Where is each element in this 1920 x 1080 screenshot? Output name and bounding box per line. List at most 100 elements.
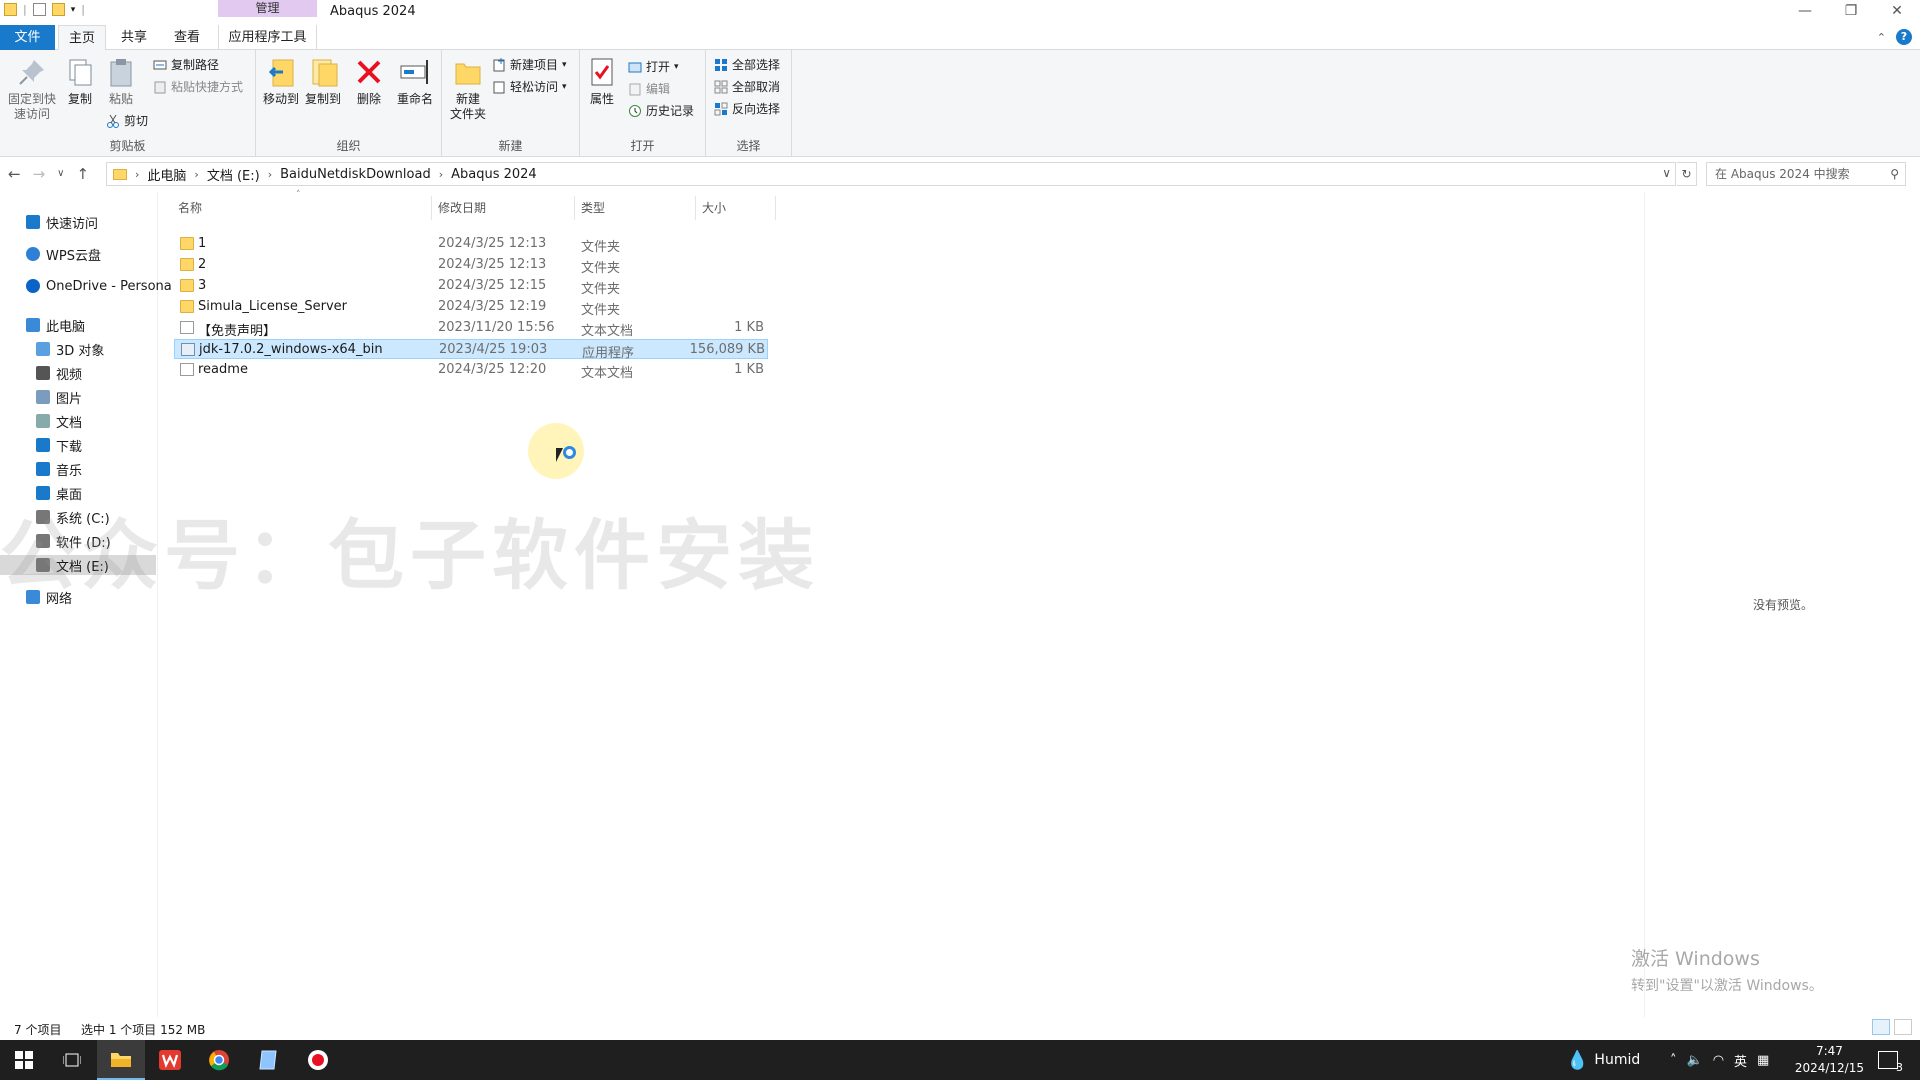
file-date: 2023/4/25 19:03 [439,342,548,357]
table-row[interactable]: 1 2024/3/25 12:13 文件夹 [174,234,768,255]
sidebar-item[interactable]: 快速访问 [0,212,156,232]
table-row[interactable]: jdk-17.0.2_windows-x64_bin 2023/4/25 19:0… [174,339,768,361]
forward-arrow-icon[interactable]: → [33,165,46,183]
tab-share[interactable]: 共享 [110,25,158,50]
back-arrow-icon[interactable]: ← [8,165,21,183]
copy-to-button[interactable]: 复制到 [302,56,344,107]
table-row[interactable]: 【免责声明】 2023/11/20 15:56 文本文档 1 KB [174,318,768,339]
history-button[interactable]: 历史记录 [628,102,694,119]
rename-button[interactable]: 重命名 [392,56,438,107]
sidebar-item[interactable]: 文档 [0,411,156,431]
select-group-label: 选择 [736,139,761,153]
folder-icon[interactable] [4,3,17,16]
chevron-down-icon[interactable]: ▾ [71,5,76,15]
task-view-button[interactable] [48,1040,96,1080]
taskbar-wps[interactable] [146,1040,194,1080]
tab-home[interactable]: 主页 [58,25,106,51]
context-tab-manage[interactable]: 管理 [218,0,317,17]
paste-label: 粘贴 [108,92,133,106]
notification-center-button[interactable]: 3 [1878,1040,1903,1080]
address-bar[interactable]: › 此电脑 › 文档 (E:) › BaiduNetdiskDownload ›… [106,162,1676,186]
new-folder-icon[interactable] [51,3,65,16]
copy-path-button[interactable]: 复制路径 [153,56,219,73]
clock[interactable]: 7:47 2024/12/15 [1795,1043,1864,1077]
sidebar-item[interactable]: 此电脑 [0,315,156,335]
input-method-indicator[interactable]: 英 [1734,1051,1747,1070]
table-row[interactable]: 2 2024/3/25 12:13 文件夹 [174,255,768,276]
invert-selection-icon [714,102,728,116]
sidebar-item[interactable]: 下载 [0,435,156,455]
taskbar-chrome[interactable] [195,1040,243,1080]
sidebar-item[interactable]: OneDrive - Persona [0,276,172,296]
item-count: 7 个项目 [14,1023,62,1037]
tab-app-tools[interactable]: 应用程序工具 [218,25,317,50]
up-arrow-icon[interactable]: ↑ [76,165,89,183]
easy-access-button[interactable]: 轻松访问 ▾ [492,78,567,95]
column-header-size[interactable]: 大小 [702,196,726,220]
sidebar-item[interactable]: 3D 对象 [0,339,156,359]
sidebar-item[interactable]: 视频 [0,363,156,383]
sidebar-item[interactable]: 图片 [0,387,156,407]
new-item-button[interactable]: 新建项目 ▾ [492,56,567,73]
wifi-icon[interactable]: ◠ [1713,1053,1724,1068]
properties-icon[interactable] [32,3,46,16]
sidebar-item[interactable]: 音乐 [0,459,156,479]
minimize-button[interactable]: — [1782,0,1828,22]
sidebar-item[interactable]: 软件 (D:) [0,531,156,551]
invert-selection-button[interactable]: 反向选择 [714,100,780,117]
sidebar-item[interactable]: 系统 (C:) [0,507,156,527]
edit-button[interactable]: 编辑 [628,80,670,97]
breadcrumb-abaqus[interactable]: Abaqus 2024 [451,167,537,182]
large-icons-view-icon[interactable] [1894,1019,1912,1035]
close-button[interactable]: ✕ [1874,0,1920,22]
column-header-name[interactable]: 名称 [178,196,202,220]
window-title: Abaqus 2024 [330,4,416,19]
paste-shortcut-button[interactable]: 粘贴快捷方式 [153,78,243,95]
recent-chevron-icon[interactable]: ∨ [57,168,64,183]
start-button[interactable] [0,1040,48,1080]
taskbar-notepad[interactable] [244,1040,292,1080]
select-group: 全部选择 全部取消 反向选择 选择 [706,50,792,157]
taskbar-file-explorer[interactable] [97,1040,145,1080]
collapse-ribbon-icon[interactable]: ⌃ [1877,31,1886,44]
help-icon[interactable]: ? [1896,29,1912,45]
breadcrumb-this-pc[interactable]: 此电脑 [147,165,186,184]
tab-view[interactable]: 查看 [163,25,211,50]
refresh-icon[interactable]: ↻ [1677,162,1697,186]
details-view-icon[interactable] [1872,1019,1890,1035]
search-input[interactable]: 在 Abaqus 2024 中搜索 ⚲ [1706,162,1906,186]
table-row[interactable]: 3 2024/3/25 12:15 文件夹 [174,276,768,297]
move-to-button[interactable]: 移动到 [260,56,302,107]
column-header-type[interactable]: 类型 [581,196,605,220]
sidebar-item-label: 图片 [56,391,83,407]
open-button[interactable]: 打开 ▾ [628,58,679,75]
sidebar-item[interactable]: 网络 [0,587,156,607]
taskbar-recorder[interactable] [294,1040,342,1080]
sidebar-item[interactable]: 文档 (E:) [0,555,156,575]
delete-button[interactable]: 删除 [348,56,390,107]
properties-button[interactable]: 属性 [582,56,622,107]
pin-quick-access-button[interactable]: 固定到快 速访问 [4,56,60,122]
column-header-date[interactable]: 修改日期 [438,196,486,220]
address-dropdown-icon[interactable]: ∨ [1662,166,1671,180]
breadcrumb-baidu[interactable]: BaiduNetdiskDownload [280,167,431,182]
table-row[interactable]: readme 2024/3/25 12:20 文本文档 1 KB [174,360,768,381]
tab-file[interactable]: 文件 [0,25,55,50]
paste-button[interactable]: 粘贴 [100,56,142,107]
copy-button[interactable]: 复制 [60,56,100,107]
ime-grid-icon[interactable]: ▦ [1757,1053,1769,1068]
volume-icon[interactable]: 🔈 [1687,1053,1703,1068]
select-none-button[interactable]: 全部取消 [714,78,780,95]
new-folder-button[interactable]: 新建 文件夹 [446,56,490,122]
cut-button[interactable]: 剪切 [106,112,148,129]
delete-icon [353,56,385,88]
tray-chevron-icon[interactable]: ˄ [1670,1053,1677,1068]
maximize-button[interactable]: ❐ [1828,0,1874,22]
sidebar-item[interactable]: WPS云盘 [0,244,156,264]
breadcrumb-drive-e[interactable]: 文档 (E:) [207,165,260,184]
weather-widget[interactable]: 💧 Humid [1566,1040,1640,1080]
table-row[interactable]: Simula_License_Server 2024/3/25 12:19 文件夹 [174,297,768,318]
select-all-button[interactable]: 全部选择 [714,56,780,73]
video-icon [36,366,50,380]
sidebar-item[interactable]: 桌面 [0,483,156,503]
